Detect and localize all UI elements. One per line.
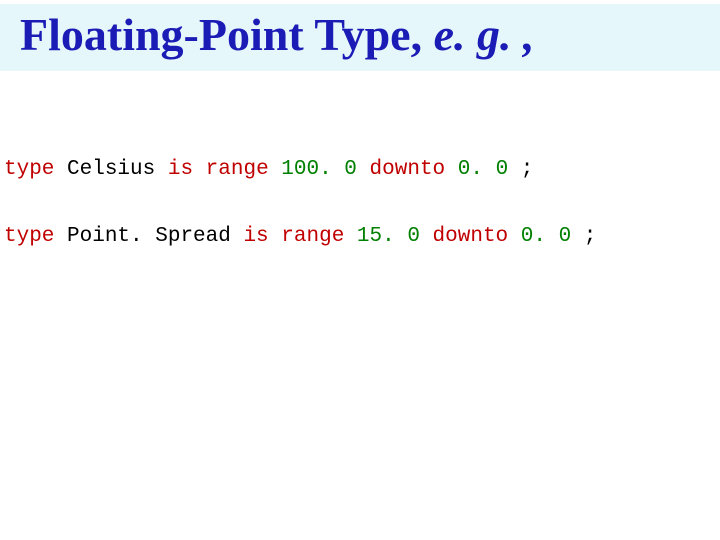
code-block: type Celsius is range 100. 0 downto 0. 0…	[0, 157, 720, 249]
code-line-1: type Celsius is range 100. 0 downto 0. 0…	[4, 157, 716, 182]
number-literal: 0. 0	[458, 158, 508, 181]
keyword-is: is	[243, 225, 268, 248]
keyword-type: type	[4, 225, 54, 248]
slide: Floating-Point Type, e. g. , type Celsiu…	[0, 4, 720, 540]
title-band: Floating-Point Type, e. g. ,	[0, 4, 720, 71]
keyword-range: range	[281, 225, 344, 248]
semicolon: ;	[571, 225, 596, 248]
code-line-2: type Point. Spread is range 15. 0 downto…	[4, 224, 716, 249]
keyword-downto: downto	[433, 225, 509, 248]
identifier: Celsius	[54, 158, 167, 181]
slide-title-eg: e. g. ,	[434, 9, 535, 60]
keyword-is: is	[168, 158, 193, 181]
semicolon: ;	[508, 158, 533, 181]
number-literal: 15. 0	[357, 225, 420, 248]
keyword-downto: downto	[370, 158, 446, 181]
identifier: Point. Spread	[54, 225, 243, 248]
keyword-type: type	[4, 158, 54, 181]
slide-title-main: Floating-Point Type,	[20, 9, 434, 60]
keyword-range: range	[206, 158, 269, 181]
number-literal: 100. 0	[281, 158, 357, 181]
number-literal: 0. 0	[521, 225, 571, 248]
